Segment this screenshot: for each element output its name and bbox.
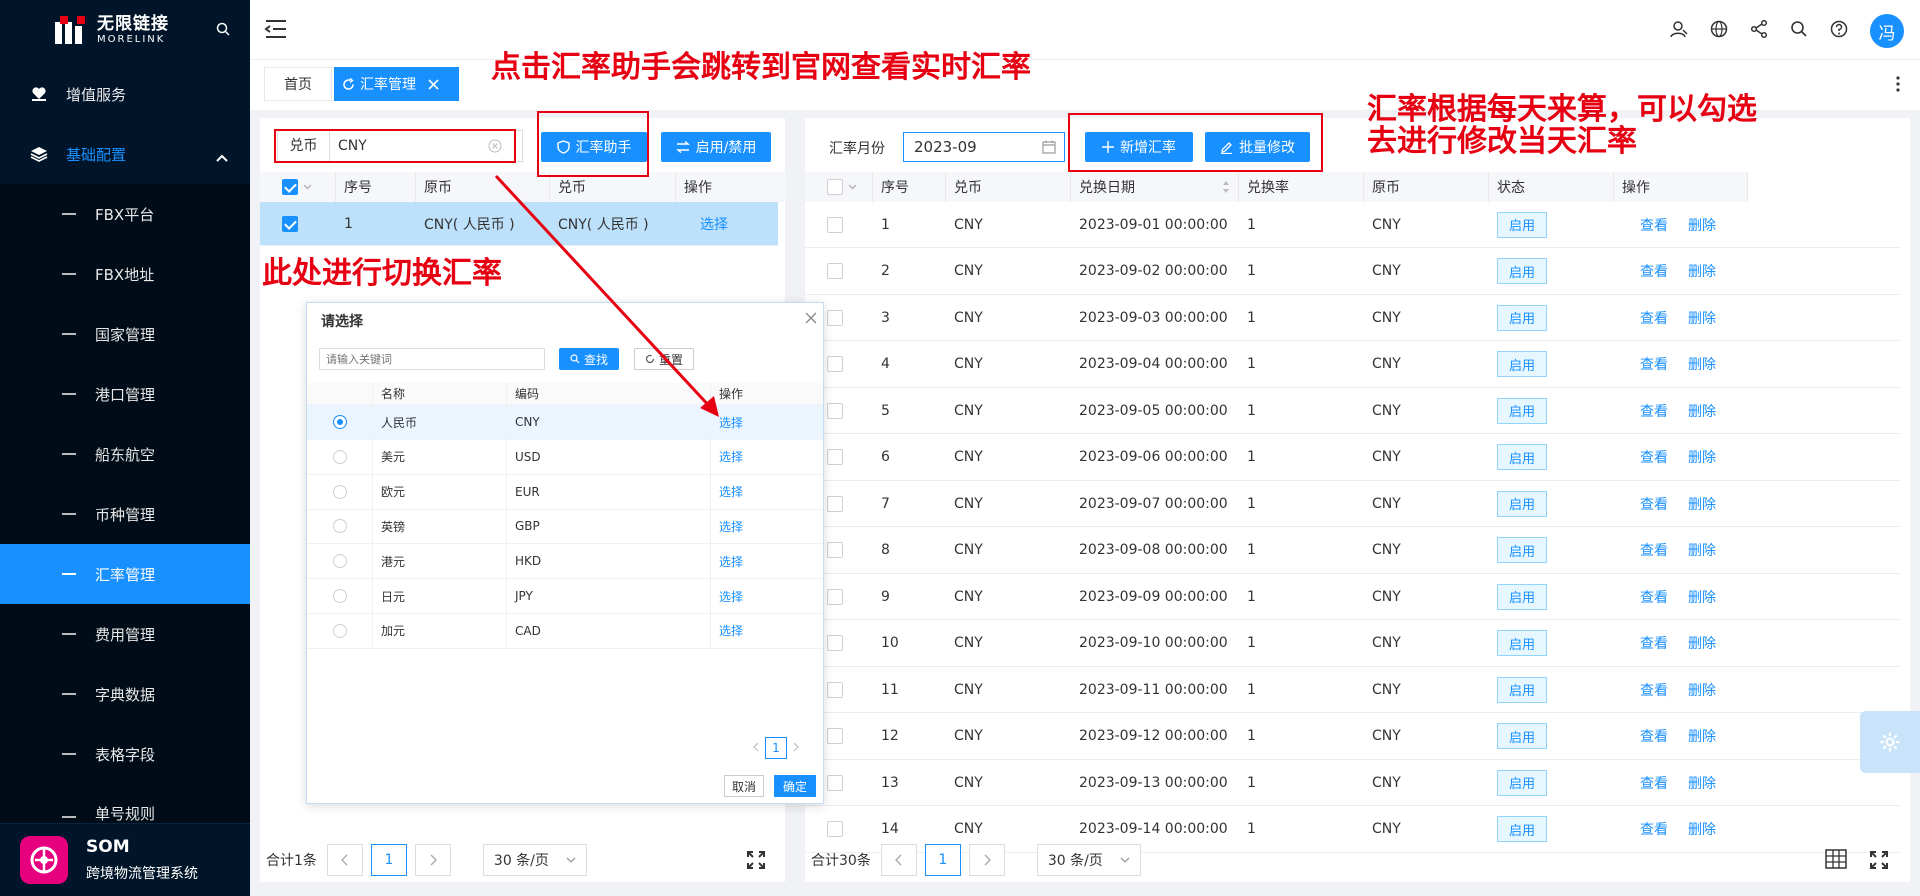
annotation-daily-2: 去进行修改当天汇率 — [1367, 124, 1637, 159]
annotation-daily-1: 汇率根据每天来算，可以勾选 — [1367, 92, 1757, 127]
annotation-switch: 此处进行切换汇率 — [262, 256, 502, 291]
annotation-helper: 点击汇率助手会跳转到官网查看实时汇率 — [491, 50, 1031, 85]
